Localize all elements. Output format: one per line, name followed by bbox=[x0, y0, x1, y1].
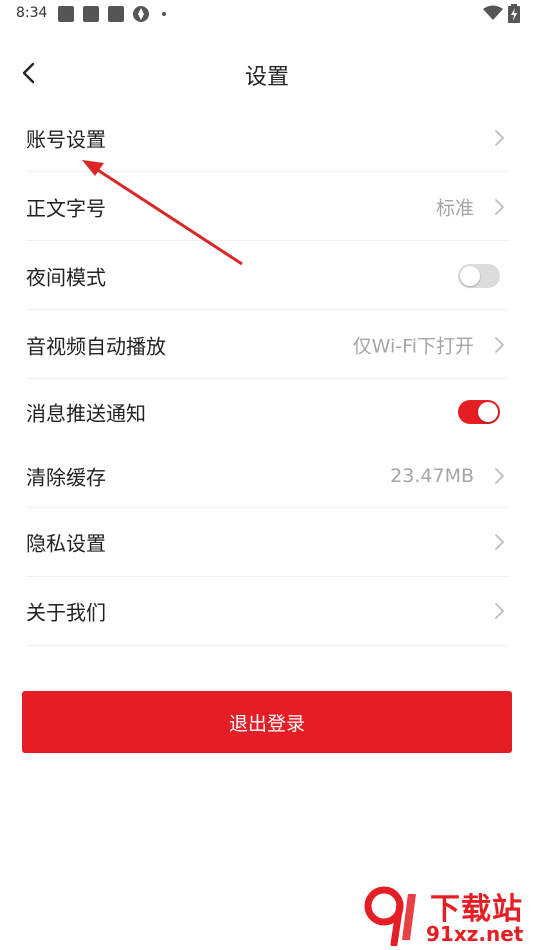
divider bbox=[26, 645, 508, 646]
settings-item-label: 账号设置 bbox=[26, 127, 106, 151]
night-mode-toggle[interactable] bbox=[458, 263, 500, 288]
settings-item-account[interactable]: 账号设置 bbox=[26, 103, 508, 172]
wifi-icon bbox=[483, 5, 503, 20]
settings-item-clear-cache[interactable]: 清除缓存 23.47MB bbox=[26, 445, 508, 507]
header: 设置 bbox=[0, 50, 534, 98]
settings-item-label: 关于我们 bbox=[26, 600, 106, 625]
chevron-right-icon bbox=[495, 603, 504, 619]
watermark-url: 91xz.net bbox=[426, 922, 524, 946]
status-bar: 8:34 bbox=[0, 0, 534, 28]
chevron-right-icon bbox=[495, 534, 504, 550]
cache-size: 23.47MB bbox=[390, 465, 474, 487]
toggle-knob bbox=[478, 402, 498, 422]
app-notification-icon bbox=[133, 6, 149, 22]
settings-item-value: 仅Wi-Fi下打开 bbox=[352, 335, 474, 357]
chevron-right-icon bbox=[495, 198, 504, 215]
page-title: 设置 bbox=[244, 65, 289, 90]
chevron-right-icon bbox=[495, 468, 504, 484]
toggle-knob bbox=[460, 265, 480, 286]
settings-item-value: 标准 bbox=[435, 197, 474, 219]
chevron-right-icon bbox=[495, 129, 504, 146]
settings-item-label: 音视频自动播放 bbox=[26, 334, 166, 358]
notification-icon bbox=[58, 6, 74, 22]
battery-icon bbox=[508, 4, 520, 23]
chevron-right-icon bbox=[495, 336, 504, 353]
logout-button[interactable]: 退出登录 bbox=[22, 691, 512, 753]
notification-icon bbox=[108, 6, 124, 22]
settings-item-push: 消息推送通知 bbox=[26, 379, 508, 445]
settings-item-privacy[interactable]: 隐私设置 bbox=[26, 508, 508, 576]
settings-item-label: 隐私设置 bbox=[26, 531, 106, 556]
settings-item-label: 消息推送通知 bbox=[26, 401, 146, 426]
settings-item-label: 夜间模式 bbox=[26, 265, 106, 289]
settings-item-autoplay[interactable]: 音视频自动播放 仅Wi-Fi下打开 bbox=[26, 310, 508, 379]
push-notification-toggle[interactable] bbox=[458, 400, 500, 424]
status-time: 8:34 bbox=[16, 5, 48, 21]
settings-item-label: 正文字号 bbox=[26, 196, 106, 220]
watermark-logo-icon bbox=[364, 886, 416, 946]
notification-icon bbox=[83, 6, 99, 22]
more-notifications-icon bbox=[162, 12, 166, 16]
settings-item-night-mode: 夜间模式 bbox=[26, 241, 508, 310]
watermark: 下载站 91xz.net bbox=[360, 880, 534, 950]
settings-item-label: 清除缓存 bbox=[26, 465, 106, 490]
settings-item-about[interactable]: 关于我们 bbox=[26, 577, 508, 645]
settings-item-font-size[interactable]: 正文字号 标准 bbox=[26, 172, 508, 241]
